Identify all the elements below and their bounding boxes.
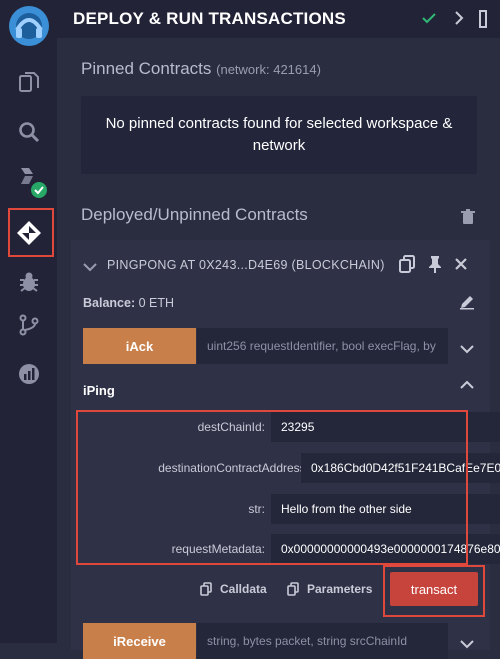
copy-icon — [287, 582, 299, 596]
pinned-empty-message: No pinned contracts found for selected w… — [81, 96, 477, 174]
deployed-contracts-title: Deployed/Unpinned Contracts — [81, 205, 308, 224]
chevron-down-icon[interactable] — [460, 341, 474, 359]
transact-highlight — [383, 565, 485, 617]
pinned-contracts-title: Pinned Contracts (network: 421614) — [81, 59, 321, 79]
iack-button[interactable]: iAck — [83, 328, 196, 364]
iack-args-input[interactable]: uint256 requestIdentifier, bool execFlag… — [197, 328, 448, 364]
chevron-down-icon[interactable] — [460, 636, 474, 654]
edit-icon[interactable] — [459, 294, 475, 315]
analytics-icon[interactable] — [0, 354, 57, 394]
balance: Balance: 0 ETH — [83, 296, 174, 310]
deploy-run-panel: DEPLOY & RUN TRANSACTIONS Pinned Contrac… — [57, 0, 500, 659]
copy-icon[interactable] — [399, 255, 415, 278]
search-icon[interactable] — [0, 112, 57, 152]
calldata-label: Calldata — [220, 582, 267, 596]
iping-title: iPing — [83, 383, 115, 398]
icon-sidebar — [0, 0, 58, 643]
ireceive-button[interactable]: iReceive — [83, 623, 196, 659]
function-ireceive: iReceive string, bytes packet, string sr… — [83, 623, 478, 659]
check-icon — [421, 10, 437, 31]
ireceive-args-input[interactable]: string, bytes packet, string srcChainId — [197, 623, 448, 659]
panel-header: DEPLOY & RUN TRANSACTIONS — [57, 0, 500, 38]
page-title: DEPLOY & RUN TRANSACTIONS — [73, 9, 346, 28]
trash-icon[interactable] — [461, 209, 475, 230]
deploy-run-highlight — [8, 208, 54, 257]
copy-icon — [200, 582, 212, 596]
parameters-label: Parameters — [307, 582, 373, 596]
file-explorer-icon[interactable] — [0, 62, 57, 102]
close-icon[interactable] — [454, 257, 468, 276]
remix-logo-icon[interactable] — [0, 0, 57, 52]
balance-label: Balance: — [83, 296, 136, 310]
pinned-network: (network: 421614) — [216, 62, 321, 77]
calldata-button[interactable]: Calldata — [200, 582, 267, 596]
pin-icon[interactable] — [428, 255, 442, 278]
solidity-compiler-icon[interactable] — [0, 162, 57, 202]
params-highlight — [76, 410, 468, 565]
instance-header[interactable]: PINGPONG AT 0X243...D4E69 (BLOCKCHAIN) — [71, 240, 490, 290]
instance-name: PINGPONG AT 0X243...D4E69 (BLOCKCHAIN) — [107, 258, 385, 272]
debugger-icon[interactable] — [0, 262, 57, 302]
balance-value: 0 ETH — [138, 296, 175, 310]
more-vertical-icon[interactable] — [477, 10, 489, 33]
contract-instance: PINGPONG AT 0X243...D4E69 (BLOCKCHAIN) B… — [71, 240, 500, 659]
parameters-button[interactable]: Parameters — [287, 582, 372, 596]
git-icon[interactable] — [0, 305, 57, 345]
function-iack: iAck uint256 requestIdentifier, bool exe… — [83, 328, 478, 364]
chevron-down-icon[interactable] — [83, 259, 97, 277]
chevron-up-icon[interactable] — [460, 377, 474, 395]
pinned-title-text: Pinned Contracts — [81, 59, 212, 78]
chevron-right-icon[interactable] — [451, 10, 467, 31]
